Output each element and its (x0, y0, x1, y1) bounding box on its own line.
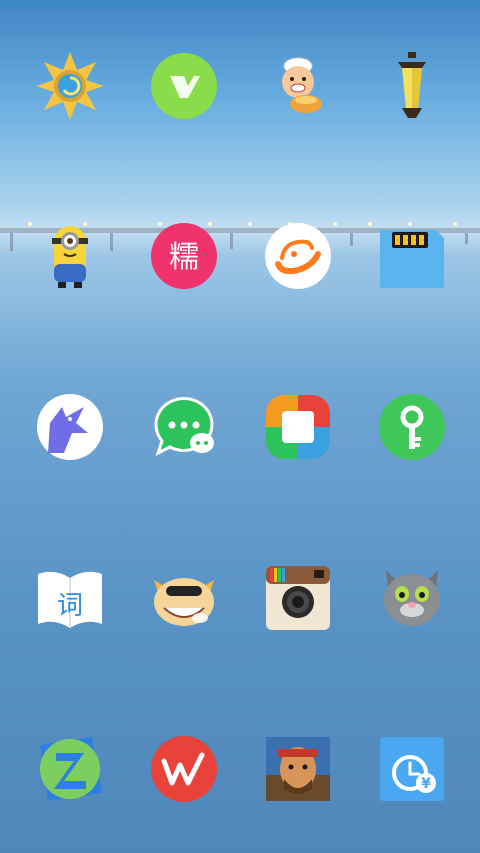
talking-tom-icon (384, 570, 440, 626)
sd-card-icon (380, 230, 444, 288)
app-hearthstone[interactable] (36, 52, 104, 120)
green-y-app-icon (151, 53, 217, 119)
app-dictionary[interactable]: 词 (36, 564, 104, 632)
nuo-app-icon: 糯 (151, 223, 217, 289)
z-app-icon (40, 737, 102, 801)
app-warrior-game[interactable] (264, 735, 332, 803)
app-chef-cartoon[interactable] (264, 52, 332, 120)
lantern-icon (398, 52, 426, 118)
app-key[interactable] (378, 393, 446, 461)
app-wolf[interactable] (36, 393, 104, 461)
app-alibaba[interactable] (264, 222, 332, 290)
app-lantern[interactable] (378, 52, 446, 120)
key-icon (379, 394, 445, 460)
dictionary-char: 词 (57, 591, 83, 621)
dictionary-icon: 词 (38, 571, 102, 628)
chef-cartoon-icon (282, 57, 322, 113)
clock-yen-icon: ¥ (380, 737, 444, 801)
app-square-logo[interactable] (264, 393, 332, 461)
app-nuo[interactable]: 糯 (150, 222, 218, 290)
app-sd-card[interactable] (378, 222, 446, 290)
yen-char: ¥ (421, 776, 431, 792)
warrior-game-icon (266, 737, 330, 801)
app-clock-yen[interactable]: ¥ (378, 735, 446, 803)
square-logo-icon (266, 395, 330, 459)
app-z[interactable] (36, 735, 104, 803)
minion-icon (52, 226, 88, 288)
alibaba-icon (265, 223, 331, 289)
cow-cartoon-icon (154, 578, 214, 626)
wolf-icon (37, 394, 103, 460)
chat-bubble-icon (154, 397, 214, 456)
hearthstone-icon (36, 52, 104, 120)
app-talking-tom[interactable] (378, 564, 446, 632)
app-minion[interactable] (36, 222, 104, 290)
w-app-icon (151, 736, 217, 802)
app-cow-cartoon[interactable] (150, 564, 218, 632)
app-chat[interactable] (150, 393, 218, 461)
instagram-camera-icon (266, 566, 330, 630)
app-instagram[interactable] (264, 564, 332, 632)
app-green-y[interactable] (150, 52, 218, 120)
app-grid: 糯 词 ¥ (0, 0, 480, 853)
nuo-char: 糯 (169, 240, 199, 275)
app-w[interactable] (150, 735, 218, 803)
